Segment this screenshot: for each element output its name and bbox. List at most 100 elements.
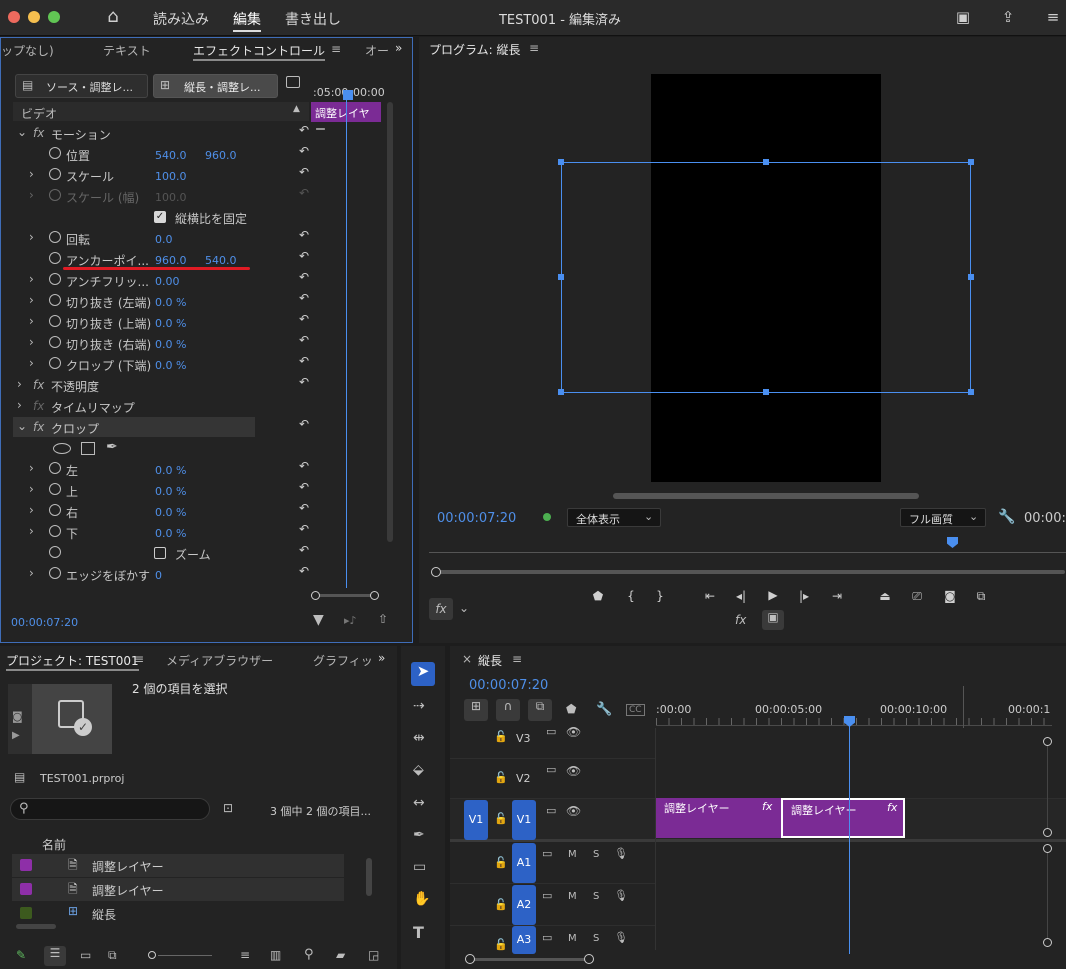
reset-icon[interactable]: ↶ [299,480,315,494]
minimize-window-button[interactable] [28,11,40,23]
pen-tool-icon[interactable]: ✒ [413,827,425,843]
stopwatch-icon[interactable] [49,315,61,327]
stopwatch-icon[interactable] [49,357,61,369]
track-target-a3[interactable]: A3 [512,926,536,954]
reset-icon[interactable]: ↶ [299,165,315,179]
new-item-icon[interactable]: ◲ [368,948,379,962]
crop-top-value[interactable]: 0.0 % [155,317,186,330]
show-timeline-icon[interactable] [286,76,300,88]
automate-icon[interactable]: ▥ [270,948,281,962]
fx-toggle-button[interactable]: fx [429,598,453,620]
stopwatch-icon[interactable] [49,147,61,159]
transform-handle[interactable] [763,389,769,395]
timeline-clip[interactable]: 調整レイヤー fx [656,798,781,838]
stopwatch-icon[interactable] [49,231,61,243]
reset-icon[interactable]: ↶ [299,291,315,305]
lock-icon[interactable]: 🔓 [494,771,508,784]
ec-zoom-bar[interactable] [313,594,375,597]
lock-icon[interactable]: 🔓 [494,856,508,869]
more-tabs-icon[interactable]: » [378,651,385,665]
eye-icon[interactable]: 👁 [566,804,581,818]
play-audio-icon[interactable]: ▸♪ [344,614,357,627]
reset-icon[interactable]: ↶ [299,501,315,515]
pencil-icon[interactable]: ✎ [16,948,26,962]
lock-icon[interactable]: 🔓 [494,938,508,951]
list-view-icon[interactable]: ☰ [44,946,66,966]
monitor-zoom-handle[interactable] [431,567,441,577]
chevron-down-icon[interactable]: ⌄ [459,601,469,615]
toggle-output-icon[interactable]: ▭ [546,763,556,776]
find-icon[interactable]: ⚲ [304,947,314,962]
fx-icon[interactable]: fx [735,613,746,627]
chevron-right-icon[interactable]: › [29,482,34,496]
chevron-right-icon[interactable]: › [29,335,34,349]
chevron-right-icon[interactable]: › [29,503,34,517]
feather-value[interactable]: 0 [155,569,162,582]
tab-text[interactable]: テキスト [103,42,151,59]
hand-tool-icon[interactable]: ✋ [413,891,430,907]
chevron-right-icon[interactable]: › [17,398,22,412]
panel-menu-icon[interactable]: ≡ [331,42,341,56]
track-select-tool-icon[interactable]: ⇢ [413,698,425,714]
stopwatch-icon[interactable] [49,462,61,474]
reset-icon[interactable]: ↶ [299,417,315,431]
chevron-right-icon[interactable]: › [29,356,34,370]
stopwatch-icon[interactable] [49,525,61,537]
mute-button[interactable]: M [568,933,577,944]
crop-r-value[interactable]: 0.0 % [155,506,186,519]
effect-row-time-remap[interactable]: › fx タイムリマップ [13,396,309,417]
zoom-slider-handle[interactable] [148,951,156,959]
reset-icon[interactable]: ↶ [299,564,315,578]
mark-in-icon[interactable]: { [623,589,639,603]
video-scroll-handle[interactable] [1043,737,1052,746]
monitor-h-scrollbar[interactable] [613,493,919,499]
stopwatch-icon[interactable] [49,273,61,285]
ec-zoom-handle-right[interactable] [370,591,379,600]
track-target-a2[interactable]: A2 [512,885,536,925]
timeline-zoom-handle-right[interactable] [584,954,594,964]
position-x-value[interactable]: 540.0 [155,149,187,162]
wrench-icon[interactable]: 🔧 [998,509,1015,525]
anchor-y-value[interactable]: 540.0 [205,254,237,267]
list-item[interactable]: ⊞ 縦長 [12,902,344,925]
panel-menu-icon[interactable]: ≡ [134,652,144,666]
chevron-right-icon[interactable]: › [29,566,34,580]
panel-menu-icon[interactable]: ≡ [529,41,539,55]
toggle-output-icon[interactable]: ▭ [542,847,552,860]
list-item[interactable]: 🗎 調整レイヤー [12,854,344,877]
more-tabs-icon[interactable]: » [395,41,402,55]
transform-bounding-box[interactable] [561,162,971,393]
reset-icon[interactable]: ↶ [299,522,315,536]
fx-icon[interactable]: fx [33,420,44,434]
zoom-checkbox[interactable] [154,547,166,559]
source-clip-button[interactable]: ▤ ソース・調整レ... [15,74,148,98]
filter-icon[interactable]: ▼ [313,612,324,628]
extract-icon[interactable]: ⎚ [909,589,925,604]
go-to-in-icon[interactable]: ⇤ [702,589,718,603]
ripple-edit-tool-icon[interactable]: ⇹ [413,730,425,746]
mic-icon[interactable]: 🎙 [614,847,628,860]
solo-button[interactable]: S [593,891,599,902]
video-scroll-handle[interactable] [1043,828,1052,837]
mic-icon[interactable]: 🎙 [614,931,628,944]
zoom-slider-track[interactable] [158,955,212,956]
menu-import[interactable]: 読み込み [153,9,209,29]
crop-left-value[interactable]: 0.0 % [155,296,186,309]
transform-handle[interactable] [558,389,564,395]
transform-handle[interactable] [968,389,974,395]
audio-scroll-handle[interactable] [1043,938,1052,947]
reset-icon[interactable]: ↶ [299,375,315,389]
list-item[interactable]: 🗎 調整レイヤー [12,878,344,901]
crop-l-value[interactable]: 0.0 % [155,464,186,477]
rectangle-mask-icon[interactable] [81,442,95,455]
reset-icon[interactable]: ↶ [299,228,315,242]
toggle-output-icon[interactable]: ▭ [542,931,552,944]
type-tool-icon[interactable]: T [413,923,424,942]
ellipse-mask-icon[interactable] [53,443,71,454]
home-icon[interactable]: ⌂ [103,6,123,27]
mute-button[interactable]: M [568,849,577,860]
transform-handle[interactable] [558,159,564,165]
share-icon[interactable]: ⇪ [998,8,1018,28]
chevron-right-icon[interactable]: › [29,524,34,538]
chevron-down-icon[interactable]: ⌄ [17,125,27,139]
